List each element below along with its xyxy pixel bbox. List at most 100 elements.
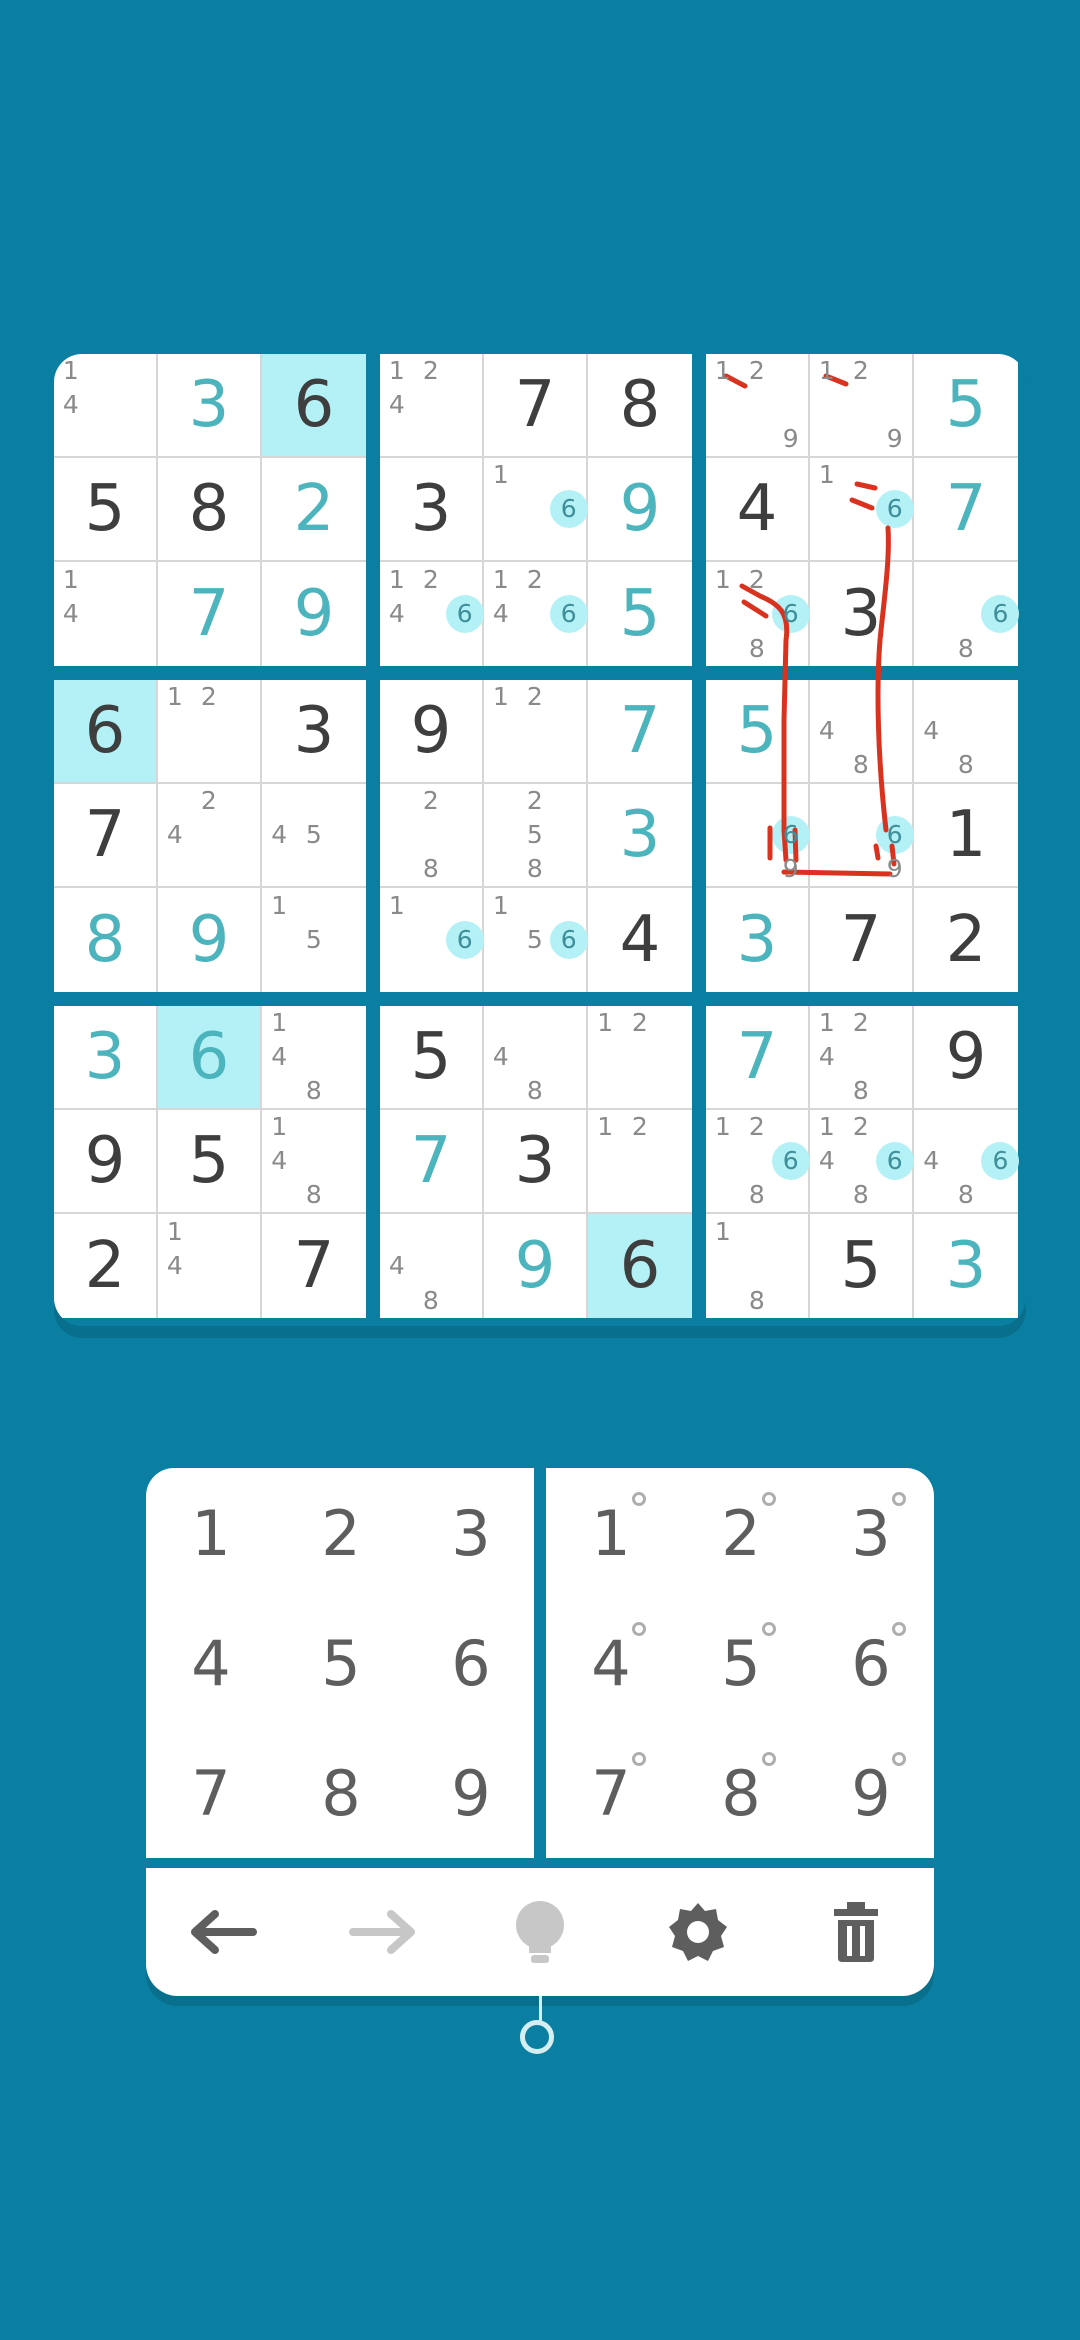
sudoku-cell[interactable]: 48 xyxy=(914,680,1018,784)
sudoku-cell[interactable]: 6 xyxy=(158,1006,262,1110)
number-key-5[interactable]: 5 xyxy=(276,1598,406,1728)
sudoku-cell[interactable]: 3 xyxy=(810,562,914,666)
sudoku-cell[interactable]: 2 xyxy=(262,458,366,562)
sudoku-cell[interactable]: 124 6 xyxy=(484,562,588,666)
sudoku-cell[interactable]: 5 xyxy=(810,1214,914,1318)
sudoku-cell[interactable]: 3 xyxy=(484,1110,588,1214)
sudoku-cell[interactable]: 7 xyxy=(54,784,158,888)
sudoku-cell[interactable]: 12 xyxy=(588,1110,692,1214)
sudoku-cell[interactable]: 6 xyxy=(54,680,158,784)
number-key-7[interactable]: 7 xyxy=(146,1728,276,1858)
sudoku-cell[interactable]: 12 9 xyxy=(810,354,914,458)
sudoku-cell[interactable]: 2 xyxy=(914,888,1018,992)
note-key-1[interactable]: 1 xyxy=(546,1468,676,1598)
sudoku-cell[interactable]: 5 xyxy=(706,680,810,784)
number-key-2[interactable]: 2 xyxy=(276,1468,406,1598)
sudoku-cell[interactable]: 124 6 xyxy=(380,562,484,666)
note-key-7[interactable]: 7 xyxy=(546,1728,676,1858)
delete-button[interactable] xyxy=(806,1882,906,1982)
sudoku-cell[interactable]: 5 xyxy=(54,458,158,562)
sudoku-cell[interactable]: 9 xyxy=(262,562,366,666)
sudoku-cell[interactable]: 5 xyxy=(380,1006,484,1110)
sudoku-cell[interactable]: 14 xyxy=(54,562,158,666)
number-key-9[interactable]: 9 xyxy=(406,1728,536,1858)
sudoku-cell[interactable]: 3 xyxy=(262,680,366,784)
sudoku-cell[interactable]: 7 xyxy=(380,1110,484,1214)
sudoku-cell[interactable]: 8 xyxy=(54,888,158,992)
sudoku-cell[interactable]: 48 xyxy=(484,1006,588,1110)
undo-button[interactable] xyxy=(174,1882,274,1982)
note-key-4[interactable]: 4 xyxy=(546,1598,676,1728)
sudoku-cell[interactable]: 2 5 8 xyxy=(484,784,588,888)
sudoku-cell[interactable]: 48 xyxy=(810,680,914,784)
sudoku-cell[interactable]: 7 xyxy=(914,458,1018,562)
sudoku-cell[interactable]: 9 xyxy=(914,1006,1018,1110)
sudoku-cell[interactable]: 16 xyxy=(810,458,914,562)
sudoku-cell[interactable]: 1 xyxy=(914,784,1018,888)
sudoku-cell[interactable]: 9 xyxy=(588,458,692,562)
note-key-5[interactable]: 5 xyxy=(676,1598,806,1728)
number-key-1[interactable]: 1 xyxy=(146,1468,276,1598)
sudoku-cell[interactable]: 156 xyxy=(484,888,588,992)
sudoku-cell[interactable]: 9 xyxy=(380,680,484,784)
sudoku-cell[interactable]: 7 xyxy=(706,1006,810,1110)
sudoku-cell[interactable]: 2 xyxy=(54,1214,158,1318)
sudoku-cell[interactable]: 7 xyxy=(484,354,588,458)
sudoku-cell[interactable]: 12 xyxy=(158,680,262,784)
sudoku-cell[interactable]: 3 xyxy=(158,354,262,458)
sudoku-cell[interactable]: 3 xyxy=(914,1214,1018,1318)
sudoku-cell[interactable]: 16 xyxy=(484,458,588,562)
sudoku-cell[interactable]: 12 xyxy=(484,680,588,784)
sudoku-cell[interactable]: 69 xyxy=(810,784,914,888)
sudoku-cell[interactable]: 9 xyxy=(158,888,262,992)
sudoku-cell[interactable]: 7 xyxy=(588,680,692,784)
hint-button[interactable] xyxy=(490,1882,590,1982)
note-key-3[interactable]: 3 xyxy=(806,1468,936,1598)
sudoku-cell[interactable]: 6 xyxy=(588,1214,692,1318)
sudoku-cell[interactable]: 8 xyxy=(158,458,262,562)
sudoku-cell[interactable]: 8 xyxy=(588,354,692,458)
sudoku-cell[interactable]: 5 xyxy=(914,354,1018,458)
sudoku-cell[interactable]: 7 xyxy=(262,1214,366,1318)
number-key-8[interactable]: 8 xyxy=(276,1728,406,1858)
number-key-6[interactable]: 6 xyxy=(406,1598,536,1728)
note-key-2[interactable]: 2 xyxy=(676,1468,806,1598)
sudoku-cell[interactable]: 1248 xyxy=(810,1006,914,1110)
sudoku-cell[interactable]: 124 xyxy=(380,354,484,458)
note-key-6[interactable]: 6 xyxy=(806,1598,936,1728)
number-key-3[interactable]: 3 xyxy=(406,1468,536,1598)
sudoku-cell[interactable]: 48 xyxy=(380,1214,484,1318)
sudoku-cell[interactable]: 69 xyxy=(706,784,810,888)
sudoku-cell[interactable]: 1268 xyxy=(706,1110,810,1214)
redo-button[interactable] xyxy=(332,1882,432,1982)
sudoku-cell[interactable]: 68 xyxy=(914,562,1018,666)
sudoku-cell[interactable]: 7 xyxy=(810,888,914,992)
note-key-9[interactable]: 9 xyxy=(806,1728,936,1858)
sudoku-cell[interactable]: 18 xyxy=(706,1214,810,1318)
sudoku-cell[interactable]: 12 xyxy=(588,1006,692,1110)
sudoku-cell[interactable]: 3 xyxy=(588,784,692,888)
sudoku-cell[interactable]: 1 48 xyxy=(262,1110,366,1214)
sudoku-cell[interactable]: 45 xyxy=(262,784,366,888)
sudoku-cell[interactable]: 4 xyxy=(706,458,810,562)
sudoku-cell[interactable]: 9 xyxy=(54,1110,158,1214)
sudoku-cell[interactable]: 16 xyxy=(380,888,484,992)
sudoku-cell[interactable]: 15 xyxy=(262,888,366,992)
sudoku-cell[interactable]: 5 xyxy=(158,1110,262,1214)
sudoku-cell[interactable]: 14 xyxy=(54,354,158,458)
settings-button[interactable] xyxy=(648,1882,748,1982)
sudoku-cell[interactable]: 3 xyxy=(706,888,810,992)
sudoku-cell[interactable]: 14 xyxy=(158,1214,262,1318)
sudoku-cell[interactable]: 5 xyxy=(588,562,692,666)
sudoku-cell[interactable]: 1 48 xyxy=(262,1006,366,1110)
sudoku-cell[interactable]: 3 xyxy=(380,458,484,562)
sudoku-cell[interactable]: 3 xyxy=(54,1006,158,1110)
sudoku-cell[interactable]: 9 xyxy=(484,1214,588,1318)
sudoku-cell[interactable]: 7 xyxy=(158,562,262,666)
sudoku-cell[interactable]: 6 xyxy=(262,354,366,458)
sudoku-cell[interactable]: 24 xyxy=(158,784,262,888)
number-key-4[interactable]: 4 xyxy=(146,1598,276,1728)
note-key-8[interactable]: 8 xyxy=(676,1728,806,1858)
sudoku-cell[interactable]: 28 xyxy=(380,784,484,888)
sudoku-cell[interactable]: 124 68 xyxy=(810,1110,914,1214)
